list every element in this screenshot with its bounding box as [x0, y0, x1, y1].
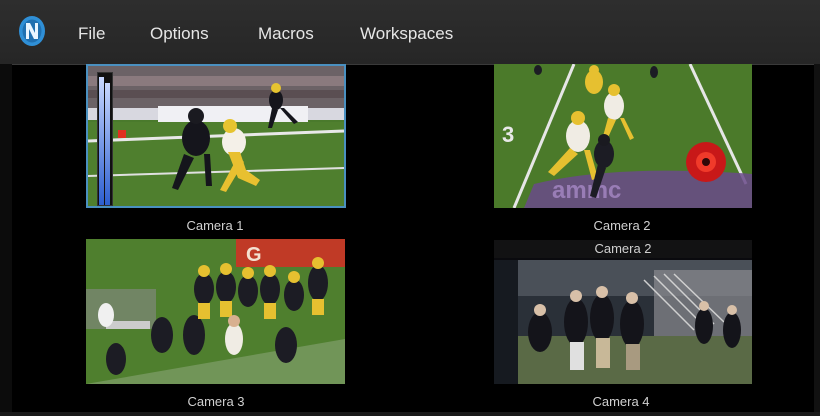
- bottom-edge: [0, 412, 820, 416]
- menu-bar: File Options Macros Workspaces: [0, 0, 820, 65]
- camera-4-feed: [494, 240, 752, 384]
- camera-2-label: Camera 2: [593, 218, 651, 233]
- right-edge: [814, 64, 820, 416]
- menu-workspaces[interactable]: Workspaces: [360, 24, 453, 44]
- audio-level-left: [99, 77, 104, 205]
- camera-4-label: Camera 4: [592, 394, 650, 409]
- monitor-camera-4[interactable]: Camera 2: [494, 240, 752, 384]
- monitor-camera-2[interactable]: 3 ammc: [494, 64, 752, 208]
- monitor-camera-1[interactable]: [86, 64, 346, 208]
- audio-level-right: [105, 83, 110, 205]
- camera-1-feed: [88, 66, 344, 206]
- camera-1-label: Camera 1: [186, 218, 244, 233]
- left-gutter: [0, 64, 12, 416]
- svg-text:ammc: ammc: [552, 177, 621, 204]
- menu-options[interactable]: Options: [150, 24, 209, 44]
- monitor-camera-3[interactable]: G: [86, 239, 345, 384]
- svg-text:G: G: [246, 244, 262, 266]
- svg-text:3: 3: [502, 122, 514, 147]
- camera-4-overlay-label: Camera 2: [494, 240, 752, 258]
- camera-2-feed: 3 ammc: [494, 64, 752, 208]
- camera-3-feed: G: [86, 239, 345, 384]
- menu-macros[interactable]: Macros: [258, 24, 314, 44]
- menu-file[interactable]: File: [78, 24, 105, 44]
- camera-3-label: Camera 3: [187, 394, 245, 409]
- audio-vu-meter: [97, 72, 113, 206]
- newtek-logo-icon[interactable]: [17, 14, 47, 48]
